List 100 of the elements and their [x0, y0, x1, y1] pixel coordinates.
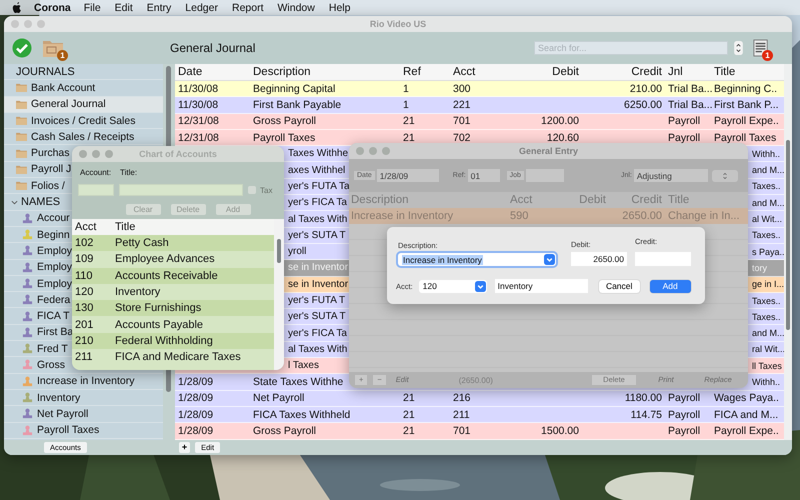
account-row[interactable]: 201 Accounts Payable: [72, 316, 274, 333]
account-title-field[interactable]: Inventory: [494, 279, 588, 293]
sidebar-item[interactable]: Employ: [22, 260, 74, 275]
table-cell-text: 110: [74, 270, 94, 282]
sidebar-item[interactable]: Increase in Inventory: [22, 374, 136, 389]
zoom-button[interactable]: [382, 147, 390, 155]
column-header[interactable]: Title: [112, 221, 136, 233]
stepper-icon[interactable]: [734, 41, 743, 55]
account-row[interactable]: 102 Petty Cash: [72, 235, 274, 252]
close-button[interactable]: [79, 150, 87, 158]
date-field[interactable]: 1/28/09: [376, 169, 439, 182]
minimize-button[interactable]: [24, 20, 32, 28]
table-cell-text: 1: [402, 82, 410, 96]
sidebar-item[interactable]: Employ: [22, 243, 74, 259]
default-button[interactable]: Add: [650, 280, 691, 292]
menu-item[interactable]: Edit: [114, 2, 133, 14]
table-cell-text: Payroll Expe..: [713, 424, 780, 439]
apple-icon[interactable]: [12, 2, 22, 14]
sidebar-item[interactable]: Beginn: [22, 226, 71, 242]
account-field[interactable]: [78, 184, 114, 196]
app-menu[interactable]: Corona: [34, 2, 71, 14]
sidebar-item[interactable]: Net Payroll: [22, 406, 90, 422]
account-row[interactable]: 120 Inventory: [72, 284, 274, 300]
table-cell-text: 1200.00: [540, 114, 580, 129]
table-row[interactable]: 12/31/08 Gross Payroll 21 701 1200.00 Payroll Payroll Expe..: [175, 114, 784, 130]
add-button[interactable]: +: [178, 442, 190, 453]
menu-item[interactable]: Ledger: [185, 2, 218, 14]
description-popup[interactable]: Increase in Inventory: [398, 253, 556, 266]
table-cell-text: Taxes..: [751, 294, 782, 308]
table-row[interactable]: 1/28/09 Gross Payroll 21 701 1500.00 Payroll Payroll Expe..: [175, 423, 784, 440]
column-header[interactable]: Jnl: [665, 64, 711, 80]
account-row[interactable]: 109 Employee Advances: [72, 251, 274, 268]
scroll-thumb[interactable]: [786, 140, 790, 330]
account-row[interactable]: 130 Store Furnishings: [72, 300, 274, 316]
account-popup[interactable]: 120: [418, 280, 487, 292]
sidebar-item[interactable]: General Journal: [16, 96, 107, 112]
zoom-button[interactable]: [37, 20, 45, 28]
minimize-button[interactable]: [92, 150, 100, 158]
account-row[interactable]: 110 Accounts Receivable: [72, 268, 274, 284]
table-row[interactable]: 11/30/08 Beginning Capital 1 300 210.00 Trial Ba...Beginning C..: [175, 81, 784, 98]
table-row[interactable]: 1/28/09 FICA Taxes Withheld 21 211 114.75 Payroll FICA and M...: [175, 406, 784, 424]
menu-item[interactable]: Report: [232, 2, 264, 14]
table-cell-text: Payroll: [667, 114, 702, 129]
sidebar-item[interactable]: Bank Account: [16, 80, 96, 96]
tax-checkbox[interactable]: [248, 186, 256, 194]
table-cell-text: Trial Ba...: [667, 98, 711, 113]
journal-field[interactable]: Adjusting: [634, 169, 708, 182]
menu-item[interactable]: Entry: [146, 2, 172, 14]
table-row[interactable]: 11/30/08 First Bank Payable 1 221 6250.00 Trial Ba...First Bank P...: [175, 97, 784, 114]
close-button[interactable]: [356, 147, 364, 155]
scroll-thumb[interactable]: [277, 239, 281, 263]
folder-icon[interactable]: [42, 38, 64, 58]
sidebar-item[interactable]: Folios /: [16, 178, 66, 194]
sidebar-item[interactable]: Employ: [22, 276, 74, 292]
sidebar-item[interactable]: FICA T: [22, 308, 70, 324]
column-header[interactable]: Ref: [400, 64, 450, 80]
sidebar-item[interactable]: Payroll J: [16, 162, 72, 178]
debit-field[interactable]: 2650.00: [571, 252, 627, 266]
sidebar-item[interactable]: Purchas: [16, 145, 71, 161]
table-cell-text: s Paya..: [751, 246, 784, 259]
table-cell-text: 130: [74, 302, 94, 314]
menu-item[interactable]: Window: [278, 2, 315, 14]
chevron-icon[interactable]: [11, 198, 18, 206]
column-header[interactable]: Description: [250, 64, 400, 80]
report-icon[interactable]: [753, 38, 769, 58]
table-cell-text: yer's FUTA T: [287, 294, 346, 308]
sidebar-item[interactable]: Payroll Taxes: [22, 422, 100, 438]
ref-field[interactable]: 01: [468, 169, 500, 182]
sidebar-item[interactable]: Federa: [22, 292, 72, 308]
column-header[interactable]: Title: [711, 64, 784, 80]
sidebar-item[interactable]: Accour: [22, 210, 71, 226]
zoom-button[interactable]: [105, 150, 113, 158]
sidebar-item[interactable]: Inventory: [22, 390, 82, 406]
menu-item[interactable]: File: [84, 2, 101, 14]
minimize-button[interactable]: [369, 147, 377, 155]
table-cell-text: 1: [402, 98, 410, 113]
table-cell-text: Inventory: [114, 286, 160, 298]
close-button[interactable]: [11, 20, 19, 28]
table-cell-text: Withh..: [751, 148, 782, 161]
menu-item[interactable]: Help: [328, 2, 350, 14]
dialog-button[interactable]: Cancel: [598, 280, 640, 292]
checkmark-icon[interactable]: [12, 38, 32, 58]
table-cell-text: al Taxes With: [287, 212, 348, 227]
column-header[interactable]: Debit: [500, 64, 582, 80]
sidebar-item[interactable]: Cash Sales / Receipts: [16, 129, 136, 144]
column-header[interactable]: Date: [175, 64, 250, 80]
account-row[interactable]: 211 FICA and Medicare Taxes: [72, 349, 274, 366]
column-header[interactable]: Acct: [450, 64, 500, 80]
account-row[interactable]: 210 Federal Withholding: [72, 332, 274, 350]
sidebar-item[interactable]: Gross: [22, 357, 66, 373]
column-header[interactable]: Credit: [582, 64, 665, 80]
table-row[interactable]: 1/28/09 Net Payroll 21 216 1180.00 Payroll Wages Paya..: [175, 390, 784, 407]
sidebar-item[interactable]: Invoices / Credit Sales: [16, 112, 136, 128]
sidebar-item[interactable]: Fred T: [22, 341, 69, 356]
table-cell-text: 1/28/09: [177, 391, 214, 406]
table-cell-text: Wages Paya..: [713, 391, 780, 406]
table-cell-text: Store Furnishings: [114, 302, 202, 314]
column-header[interactable]: Acct: [72, 221, 112, 233]
title-field[interactable]: [119, 184, 243, 196]
journal-popup[interactable]: [712, 170, 738, 182]
